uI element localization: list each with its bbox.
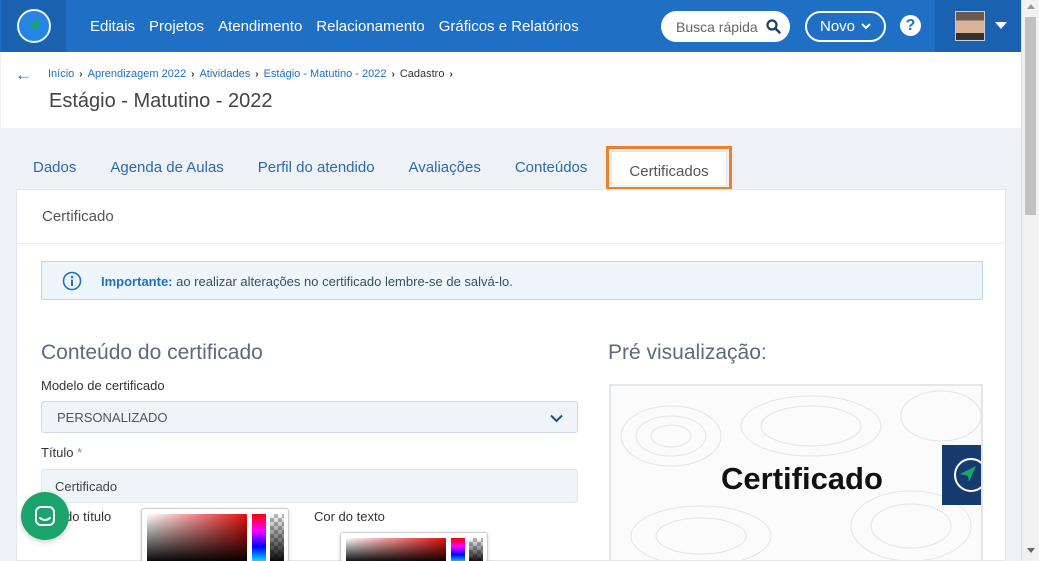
breadcrumb-separator-icon: › [449, 68, 453, 80]
info-icon [62, 271, 82, 296]
nav-item-projetos[interactable]: Projetos [149, 18, 204, 35]
chat-icon [35, 506, 55, 526]
card-header: Certificado [17, 190, 1005, 244]
title-label: Título * [41, 445, 82, 460]
model-select-value: PERSONALIZADO [57, 410, 168, 425]
avatar[interactable] [955, 11, 985, 41]
breadcrumb-estagio[interactable]: Estágio - Matutino - 2022 [264, 68, 387, 80]
tab-conteudos[interactable]: Conteúdos [498, 147, 605, 189]
new-button-label: Novo [819, 18, 856, 35]
content-section-title: Conteúdo do certificado [41, 341, 263, 364]
nav-item-editais[interactable]: Editais [90, 18, 135, 35]
top-navbar: Editais Projetos Atendimento Relacioname… [0, 0, 1021, 52]
required-marker: * [77, 445, 83, 460]
preview-section-title: Pré visualização: [608, 341, 767, 364]
info-alert: Importante: ao realizar alterações no ce… [41, 261, 983, 300]
breadcrumb-separator-icon: › [255, 68, 259, 80]
text-color-picker[interactable] [340, 532, 488, 561]
breadcrumb: Início › Aprendizagem 2022 › Atividades … [48, 68, 453, 80]
card-title: Certificado [42, 208, 114, 225]
app-logo[interactable] [1, 0, 66, 52]
tab-dados[interactable]: Dados [16, 147, 93, 189]
title-input[interactable] [41, 469, 578, 503]
chat-button[interactable] [21, 492, 69, 540]
breadcrumb-aprendizagem[interactable]: Aprendizagem 2022 [88, 68, 186, 80]
scroll-down-icon[interactable] [1027, 548, 1035, 553]
main-nav: Editais Projetos Atendimento Relacioname… [90, 0, 579, 52]
tab-avaliacoes[interactable]: Avaliações [392, 147, 498, 189]
nav-item-atendimento[interactable]: Atendimento [218, 18, 302, 35]
tab-agenda-aulas[interactable]: Agenda de Aulas [93, 147, 240, 189]
quick-search[interactable] [661, 11, 790, 42]
breadcrumb-separator-icon: › [391, 68, 395, 80]
model-label: Modelo de certificado [41, 378, 165, 393]
text-color-hue-slider[interactable] [451, 538, 465, 561]
back-arrow-icon[interactable]: ← [15, 65, 32, 85]
logo-arrow-icon [954, 458, 981, 492]
certificate-card: Certificado Importante: ao realizar alte… [16, 189, 1006, 561]
breadcrumb-separator-icon: › [191, 68, 195, 80]
title-color-alpha-slider[interactable] [270, 514, 284, 561]
chevron-down-icon [861, 23, 871, 30]
title-color-label: do título [65, 509, 112, 524]
breadcrumb-separator-icon: › [79, 68, 83, 80]
nav-item-relacionamento[interactable]: Relacionamento [316, 18, 424, 35]
nav-item-graficos-relatorios[interactable]: Gráficos e Relatórios [439, 18, 579, 35]
page-scrollbar[interactable] [1021, 0, 1039, 561]
text-color-saturation[interactable] [346, 538, 446, 561]
scroll-up-icon[interactable] [1027, 4, 1035, 9]
preview-logo [942, 445, 981, 505]
breadcrumb-inicio[interactable]: Início [48, 68, 74, 80]
title-color-saturation[interactable] [147, 514, 247, 561]
caret-down-icon[interactable] [995, 22, 1007, 29]
preview-certificate-text: Certificado [721, 461, 883, 496]
title-label-text: Título [41, 445, 74, 460]
new-button[interactable]: Novo [805, 11, 886, 42]
page-title: Estágio - Matutino - 2022 [49, 90, 273, 112]
text-color-label: Cor do texto [314, 509, 385, 524]
certificate-preview: Certificado [609, 384, 983, 561]
chevron-down-icon [550, 411, 563, 426]
text-color-alpha-slider[interactable] [469, 538, 483, 561]
search-input[interactable] [676, 18, 761, 35]
logo-arrow-icon [16, 9, 51, 43]
help-icon[interactable]: ? [900, 15, 921, 36]
page-header: ← Início › Aprendizagem 2022 › Atividade… [1, 52, 1021, 128]
model-select[interactable]: PERSONALIZADO [41, 401, 578, 433]
tab-certificados[interactable]: Certificados [606, 146, 732, 190]
breadcrumb-current: Cadastro [399, 68, 445, 80]
title-color-hue-slider[interactable] [252, 514, 266, 561]
alert-message: Importante: ao realizar alterações no ce… [101, 274, 513, 289]
scroll-thumb[interactable] [1025, 17, 1036, 215]
alert-body: ao realizar alterações no certificado le… [172, 274, 513, 289]
title-color-picker[interactable] [141, 508, 289, 561]
user-menu[interactable] [935, 0, 1021, 52]
search-icon[interactable] [766, 19, 781, 39]
alert-bold: Importante: [101, 274, 173, 289]
tab-bar: Dados Agenda de Aulas Perfil do atendido… [16, 146, 732, 190]
tab-perfil-atendido[interactable]: Perfil do atendido [241, 147, 392, 189]
breadcrumb-atividades[interactable]: Atividades [199, 68, 250, 80]
